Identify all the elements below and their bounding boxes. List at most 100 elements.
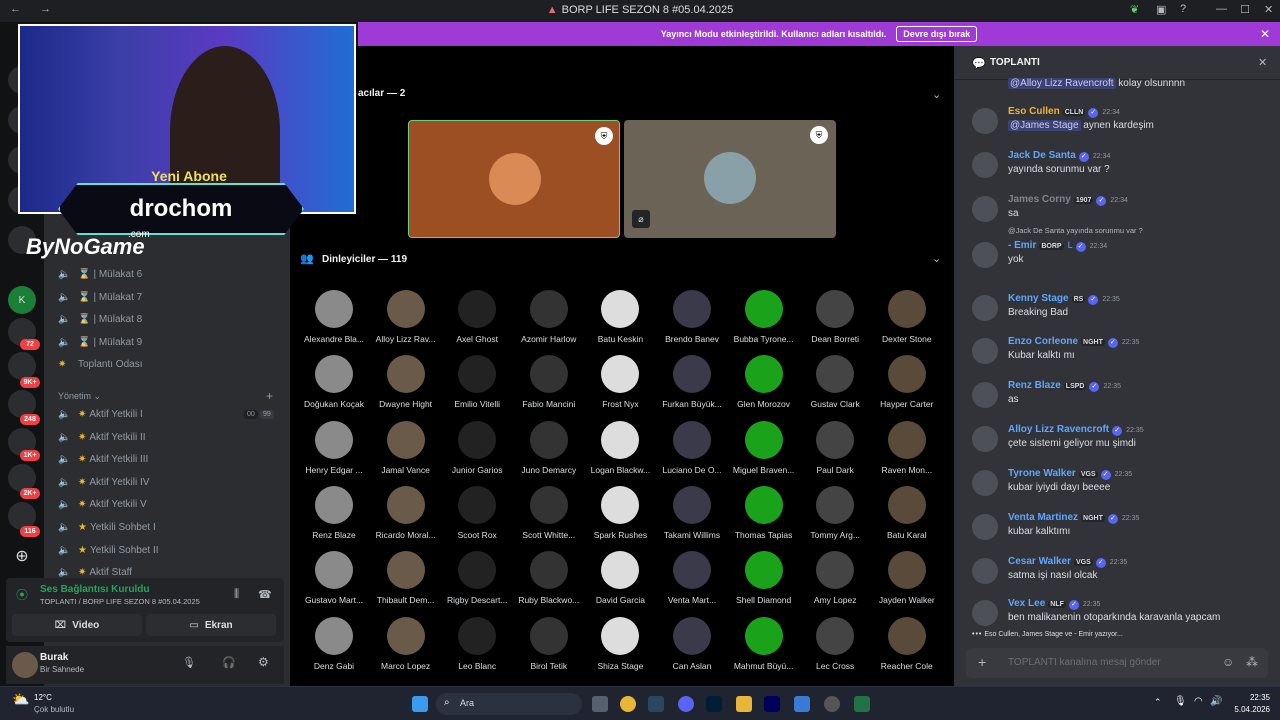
server-icon[interactable] xyxy=(8,352,36,380)
voice-channel[interactable]: 🔈 ★ Yetkili Sohbet I xyxy=(58,517,156,537)
close-button[interactable]: ✕ xyxy=(1264,3,1273,16)
listener-card[interactable]: Renz Blaze xyxy=(298,485,370,540)
windows-start-icon[interactable] xyxy=(412,696,428,712)
message-author[interactable]: Eso Cullen CLLN ✓ 22:34 xyxy=(1008,106,1120,118)
voice-channel[interactable]: 🔈 ✷ Aktif Yetkili IV xyxy=(58,472,149,492)
clock-date[interactable]: 5.04.2026 xyxy=(1224,705,1270,714)
avatar[interactable] xyxy=(972,382,998,408)
listener-card[interactable]: Jayden Walker xyxy=(871,551,943,605)
voice-channel[interactable]: 🔈 ⌛ | Mülakat 8 xyxy=(58,309,142,329)
avatar[interactable] xyxy=(972,196,998,222)
listener-card[interactable]: Dwayne Hight xyxy=(370,355,442,409)
listener-card[interactable]: David Garcia xyxy=(584,551,656,605)
voice-channel[interactable]: 🔈 ★ Yetkili Sohbet II xyxy=(58,540,159,560)
inbox-icon[interactable]: ▣ xyxy=(1156,3,1166,16)
avatar[interactable] xyxy=(972,558,998,584)
listener-card[interactable]: Shiza Stage xyxy=(584,616,656,671)
listener-card[interactable]: Tommy Arg... xyxy=(799,485,871,540)
avatar[interactable] xyxy=(12,652,38,678)
discord-icon[interactable] xyxy=(678,696,694,712)
close-icon[interactable]: ✕ xyxy=(1260,27,1270,41)
listener-card[interactable]: Shell Diamond xyxy=(728,551,800,605)
emoji-icon[interactable]: ☺ xyxy=(1222,655,1234,669)
listener-card[interactable]: Scott Whitte... xyxy=(513,485,585,540)
listener-card[interactable]: Jamal Vance xyxy=(370,420,442,475)
voice-channel-path[interactable]: TOPLANTI / BORP LIFE SEZON 8 #05.04.2025 xyxy=(40,597,200,606)
listener-card[interactable]: Luciano De O... xyxy=(656,420,728,475)
message-author[interactable]: Renz Blaze LSPD ✓ 22:35 xyxy=(1008,380,1121,392)
listener-card[interactable]: Amy Lopez xyxy=(799,551,871,605)
video-button[interactable]: ⌧ Video xyxy=(12,614,142,636)
avatar[interactable] xyxy=(972,514,998,540)
listener-card[interactable]: Scoot Rox xyxy=(441,485,513,540)
listener-card[interactable]: Leo Blanc xyxy=(441,616,513,671)
add-server-icon[interactable]: ⊕ xyxy=(8,542,36,570)
listener-card[interactable]: Denz Gabi xyxy=(298,616,370,671)
help-icon[interactable]: ? xyxy=(1180,3,1186,15)
mention[interactable]: @James Stage xyxy=(1008,120,1081,131)
avatar[interactable] xyxy=(972,108,998,134)
voice-channel[interactable]: 🔈 ✷ Aktif Yetkili II xyxy=(58,427,146,447)
listener-card[interactable]: Emilio Vitelli xyxy=(441,355,513,409)
avatar[interactable] xyxy=(972,600,998,626)
listener-card[interactable]: Paul Dark xyxy=(799,420,871,475)
avatar[interactable] xyxy=(972,338,998,364)
listener-card[interactable]: Gustavo Mart... xyxy=(298,551,370,605)
chevron-down-icon[interactable]: ⌄ xyxy=(932,88,941,101)
message-author[interactable]: Cesar Walker VGS ✓ 22:35 xyxy=(1008,556,1127,568)
microphone-icon[interactable]: 🎙 xyxy=(182,656,196,669)
app-icon[interactable] xyxy=(794,696,810,712)
listener-card[interactable]: Junior Garios xyxy=(441,420,513,475)
listener-card[interactable]: Dean Borreti xyxy=(799,290,871,344)
search-box[interactable]: ⌕ Ara xyxy=(436,693,582,715)
listener-card[interactable]: Reacher Cole xyxy=(871,616,943,671)
listener-card[interactable]: Glen Morozov xyxy=(728,355,800,409)
listener-card[interactable]: Logan Blackw... xyxy=(584,420,656,475)
file-explorer-icon[interactable] xyxy=(736,696,752,712)
listener-card[interactable]: Birol Tetik xyxy=(513,616,585,671)
listener-card[interactable]: Alloy Lizz Rav... xyxy=(370,290,442,344)
listener-card[interactable]: Miguel Braven... xyxy=(728,420,800,475)
add-attachment-icon[interactable]: + xyxy=(978,654,986,670)
listener-card[interactable]: Juno Demarcy xyxy=(513,420,585,475)
message-author[interactable]: Vex Lee NLF ✓ 22:35 xyxy=(1008,598,1100,610)
premiere-icon[interactable] xyxy=(764,696,780,712)
chevron-down-icon[interactable]: ⌄ xyxy=(932,252,941,265)
listener-card[interactable]: Brendo Banev xyxy=(656,290,728,344)
noise-suppression-icon[interactable]: ⫼ xyxy=(234,588,239,601)
tray-chevron-icon[interactable]: ⌃ xyxy=(1154,697,1162,708)
message-author[interactable]: Kenny Stage RS ✓ 22:35 xyxy=(1008,293,1120,305)
volume-icon[interactable]: 🔊 xyxy=(1210,696,1222,707)
speaker-tile[interactable]: ⛨ xyxy=(408,120,620,238)
stage-channel[interactable]: ✷ Toplantı Odası xyxy=(58,354,142,374)
category-header[interactable]: Yönetim ⌄ xyxy=(58,391,101,402)
message-author[interactable]: Enzo Corleone NGHT ✓ 22:35 xyxy=(1008,336,1139,348)
voice-channel[interactable]: 🔈 ⌛ | Mülakat 6 xyxy=(58,264,142,284)
minimize-button[interactable]: — xyxy=(1216,3,1227,15)
message-author[interactable]: Alloy Lizz Ravencroft ✓ 22:35 xyxy=(1008,424,1144,436)
listener-card[interactable]: Raven Mon... xyxy=(871,420,943,475)
avatar[interactable] xyxy=(972,426,998,452)
listener-card[interactable]: Ricardo Moral... xyxy=(370,485,442,540)
chrome-icon[interactable] xyxy=(620,696,636,712)
listener-card[interactable]: Doğukan Koçak xyxy=(298,355,370,409)
listener-card[interactable]: Rigby Descart... xyxy=(441,551,513,605)
wifi-icon[interactable]: ◠ xyxy=(1194,696,1203,707)
screen-share-button[interactable]: ▭ Ekran xyxy=(146,614,276,636)
task-view-icon[interactable] xyxy=(592,696,608,712)
headphones-icon[interactable]: 🎧 xyxy=(222,656,236,669)
disconnect-icon[interactable]: ☎ xyxy=(258,588,272,601)
message-author[interactable]: Jack De Santa ✓ 22:34 xyxy=(1008,150,1110,162)
listener-card[interactable]: Marco Lopez xyxy=(370,616,442,671)
listener-card[interactable]: Can Aslan xyxy=(656,616,728,671)
voice-channel[interactable]: 🔈 ⌛ | Mülakat 9 xyxy=(58,332,142,352)
listener-card[interactable]: Batu Karal xyxy=(871,485,943,540)
clock-time[interactable]: 22:35 xyxy=(1234,693,1270,702)
obs-icon[interactable] xyxy=(824,696,840,712)
message-input[interactable]: + TOPLANTI kanalına mesaj gönder ☺ ⁂ xyxy=(966,648,1268,678)
listener-card[interactable]: Thibault Dem... xyxy=(370,551,442,605)
listener-card[interactable]: Fabio Mancini xyxy=(513,355,585,409)
excel-icon[interactable] xyxy=(854,696,870,712)
listener-card[interactable]: Axel Ghost xyxy=(441,290,513,344)
voice-channel[interactable]: 🔈 ✷ Aktif Yetkili V xyxy=(58,494,147,514)
